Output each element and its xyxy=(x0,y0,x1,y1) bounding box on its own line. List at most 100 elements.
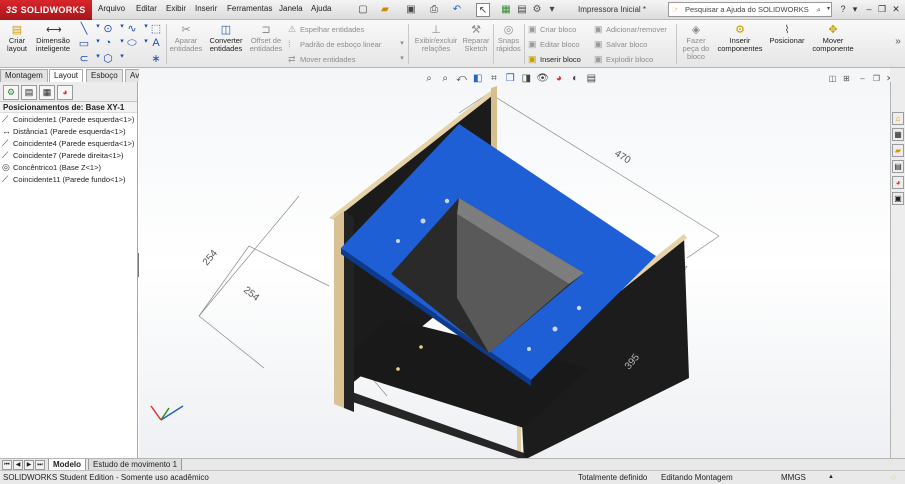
open-folder-icon[interactable]: ▰ xyxy=(378,3,392,17)
exibir-excluir-relacoes-label: Exibir/excluir relações xyxy=(414,36,458,53)
display-manager-icon[interactable]: ◕ xyxy=(57,85,73,100)
tree-item-label: Coincidente11 (Parede fundo<1>) xyxy=(13,175,126,184)
espelhar-entidades-button[interactable]: ⚠ Espelhar entidades xyxy=(288,24,364,35)
rectangle-icon[interactable]: ▭ xyxy=(78,37,90,50)
polygon-icon[interactable]: ⬡ xyxy=(102,52,114,65)
units-status[interactable]: MMGS xyxy=(781,471,806,484)
tree-item-mate[interactable]: ◎ Concêntrico1 (Base Z<1>) xyxy=(0,161,137,173)
spline-icon[interactable]: ∿ xyxy=(126,22,138,35)
view-palette-icon[interactable]: ▤ xyxy=(892,160,904,173)
chevron-up-icon[interactable]: ▲ xyxy=(828,471,834,484)
expand-toolbar-icon[interactable]: » xyxy=(892,36,904,47)
solidworks-logo[interactable]: 3S SOLIDWORKS xyxy=(0,0,92,20)
construction-geometry-icon[interactable]: ⬚ xyxy=(150,22,162,35)
line-icon[interactable]: ╲ xyxy=(78,22,90,35)
configuration-manager-icon[interactable]: ▦ xyxy=(39,85,55,100)
chevron-down-icon[interactable]: ▾ xyxy=(116,52,128,60)
tab-layout[interactable]: Layout xyxy=(49,69,84,82)
adicionar-remover-button[interactable]: ▣ Adicionar/remover xyxy=(594,24,667,35)
nav-prev-icon[interactable]: ◀ xyxy=(13,460,23,470)
tab-esboco[interactable]: Esboço xyxy=(86,69,123,82)
appearances-icon[interactable]: ◕ xyxy=(892,176,904,189)
options-gear-icon[interactable]: ⚙ xyxy=(530,3,544,17)
tab-montagem[interactable]: Montagem xyxy=(0,69,48,82)
posicionar-button[interactable]: ⌇ Posicionar xyxy=(766,24,808,45)
customize-dropdown-icon[interactable]: ▾ xyxy=(545,3,559,17)
fazer-peca-do-bloco-button[interactable]: ◈ Fazer peça do bloco xyxy=(678,24,714,61)
home-icon[interactable]: ⌂ xyxy=(892,112,904,125)
padrao-esboco-linear-button[interactable]: ⁞ Padrão de esboço linear xyxy=(288,39,381,49)
brand-name: SOLIDWORKS xyxy=(20,5,86,15)
snaps-rapidos-button[interactable]: ◎ Snaps rápidos xyxy=(495,24,522,53)
tree-item-mate[interactable]: ↔ Distância1 (Parede esquerda<1>) xyxy=(0,125,137,137)
rebuild-icon[interactable]: ▦ xyxy=(499,3,513,17)
mover-entidades-label: Mover entidades xyxy=(300,55,356,64)
file-explorer-icon[interactable]: ▰ xyxy=(892,144,904,157)
inserir-componentes-button[interactable]: ⚙ Inserir componentes xyxy=(716,24,764,53)
converter-entidades-button[interactable]: ◫ Converter entidades xyxy=(206,24,246,53)
tree-item-mate[interactable]: ⟋ Coincidente4 (Parede esquerda<1>) xyxy=(0,137,137,149)
graphics-area[interactable]: ⌕ ⌕ ⤺ ◧ ⌗ ❒ ◨ 👁 ◕ ◐ ▤ ◫ ⊞ – ❐ ✕ 470 254 … xyxy=(139,68,890,458)
dimension-470[interactable]: 470 xyxy=(612,148,632,166)
design-library-icon[interactable]: ▦ xyxy=(892,128,904,141)
close-icon[interactable]: ✕ xyxy=(890,3,902,15)
help-question-icon[interactable]: ? xyxy=(837,3,849,15)
slot-icon[interactable]: ⊂ xyxy=(78,52,90,65)
dimension-254-lower[interactable]: 254 xyxy=(241,285,261,304)
chevron-down-icon[interactable]: ▾ xyxy=(827,3,830,16)
menu-janela[interactable]: Janela xyxy=(279,4,303,13)
inserir-bloco-button[interactable]: ▣ Inserir bloco xyxy=(528,54,581,65)
make-part-icon: ◈ xyxy=(691,24,701,36)
chevron-down-icon[interactable]: ▾ xyxy=(849,3,861,15)
nav-last-icon[interactable]: ⏭ xyxy=(35,460,45,470)
dimensao-inteligente-button[interactable]: ⟷ Dimensão inteligente xyxy=(33,24,73,53)
undo-icon[interactable]: ↶ xyxy=(450,3,464,17)
menu-editar[interactable]: Editar xyxy=(136,4,157,13)
new-document-icon[interactable]: ▢ xyxy=(356,3,370,17)
menu-ferramentas[interactable]: Ferramentas xyxy=(227,4,272,13)
tree-item-mate[interactable]: ⟋ Coincidente11 (Parede fundo<1>) xyxy=(0,173,137,185)
model-view[interactable]: 470 254 254 395 xyxy=(139,68,890,458)
save-icon[interactable]: ▣ xyxy=(404,3,418,17)
nav-first-icon[interactable]: ⏮ xyxy=(2,460,12,470)
editar-bloco-button[interactable]: ▣ Editar bloco xyxy=(528,39,580,50)
menu-inserir[interactable]: Inserir xyxy=(195,4,217,13)
search-icon[interactable]: ⌕ xyxy=(817,3,821,16)
tree-item-mate[interactable]: ⟋ Coincidente1 (Parede esquerda<1>) xyxy=(0,113,137,125)
menu-arquivo[interactable]: Arquivo xyxy=(98,4,125,13)
print-icon[interactable]: ⎙ xyxy=(427,3,441,17)
criar-layout-button[interactable]: ▤ Criar layout xyxy=(3,24,31,53)
menu-ajuda[interactable]: Ajuda xyxy=(311,4,331,13)
chevron-down-icon[interactable]: ▾ xyxy=(396,54,408,62)
chevron-down-icon[interactable]: ▾ xyxy=(396,39,408,47)
nav-next-icon[interactable]: ▶ xyxy=(24,460,34,470)
reparar-sketch-button[interactable]: ⚒ Reparar Sketch xyxy=(462,24,490,53)
tree-item-mate[interactable]: ⟋ Coincidente7 (Parede direita<1>) xyxy=(0,149,137,161)
ellipse-icon[interactable]: ⬭ xyxy=(126,37,138,50)
property-manager-icon[interactable]: ▤ xyxy=(21,85,37,100)
rebuild-status-icon[interactable]: ◌ xyxy=(891,471,896,484)
feature-tree-icon[interactable]: ⚙ xyxy=(3,85,19,100)
help-search-input[interactable]: ☞ Pesquisar a Ajuda do SOLIDWORKS ⌕ ▾ xyxy=(668,2,832,17)
minimize-icon[interactable]: – xyxy=(863,3,875,15)
file-properties-icon[interactable]: ▤ xyxy=(515,3,529,17)
dimension-254-upper[interactable]: 254 xyxy=(201,248,220,268)
exibir-excluir-relacoes-button[interactable]: ⊥ Exibir/excluir relações xyxy=(412,24,460,53)
circle-icon[interactable]: ⊙ xyxy=(102,22,114,35)
menu-exibir[interactable]: Exibir xyxy=(166,4,186,13)
restore-icon[interactable]: ❐ xyxy=(876,3,888,15)
mover-componente-button[interactable]: ✥ Mover componente xyxy=(810,24,856,53)
explodir-bloco-button[interactable]: ▣ Explodir bloco xyxy=(594,54,653,65)
offset-entidades-button[interactable]: ⊐ Offset de entidades xyxy=(248,24,284,53)
custom-properties-icon[interactable]: ▣ xyxy=(892,192,904,205)
arc-icon[interactable]: ◔ xyxy=(102,37,114,49)
mover-entidades-button[interactable]: ⇄ Mover entidades xyxy=(288,54,355,65)
point-icon[interactable]: ∗ xyxy=(150,52,162,65)
select-pointer-icon[interactable]: ↖ xyxy=(476,3,490,17)
text-icon[interactable]: A xyxy=(150,37,162,49)
salvar-bloco-button[interactable]: ▣ Salvar bloco xyxy=(594,39,647,50)
aparar-entidades-button[interactable]: ✂ Aparar entidades xyxy=(168,24,204,53)
tree-item-label: Coincidente7 (Parede direita<1>) xyxy=(13,151,124,160)
coincident-icon: ⟋ xyxy=(2,174,9,184)
criar-bloco-button[interactable]: ▣ Criar bloco xyxy=(528,24,576,35)
